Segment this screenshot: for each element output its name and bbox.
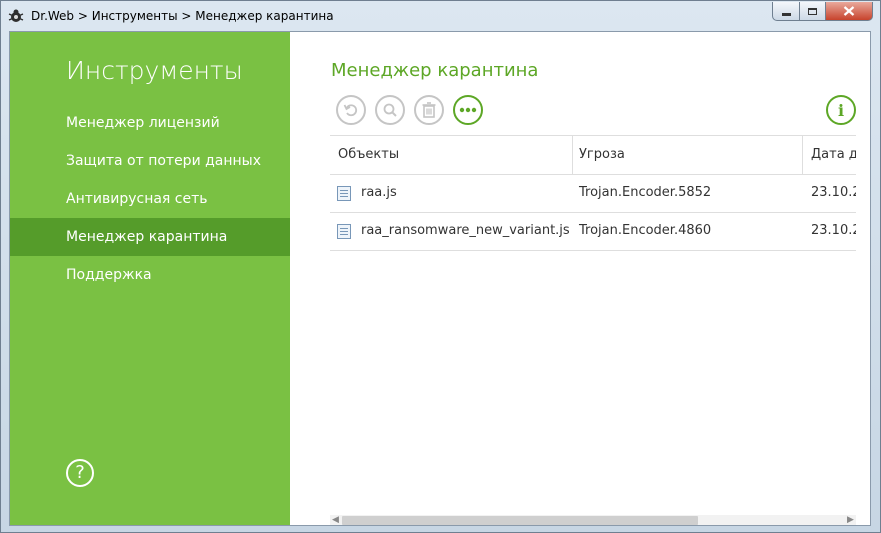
minimize-button[interactable] — [772, 2, 800, 21]
table-row[interactable]: raa.js Trojan.Encoder.5852 23.10.2 — [330, 174, 856, 213]
page-title: Менеджер карантина — [331, 60, 539, 81]
cell-date: 23.10.2 — [811, 223, 856, 238]
info-button[interactable]: i — [826, 95, 856, 125]
more-icon — [459, 107, 477, 113]
sidebar-item-support[interactable]: Поддержка — [10, 256, 290, 294]
sidebar-item-license-manager[interactable]: Менеджер лицензий — [10, 104, 290, 142]
cell-threat: Trojan.Encoder.4860 — [579, 223, 712, 238]
help-button[interactable]: ? — [66, 459, 94, 487]
restore-button[interactable] — [336, 95, 366, 125]
quarantine-table: Объекты Угроза Дата д raa.js Trojan.Enco… — [330, 135, 856, 251]
maximize-button[interactable] — [799, 2, 826, 21]
trash-icon — [422, 102, 436, 118]
cell-object: raa_ransomware_new_variant.js — [361, 223, 570, 238]
search-icon — [383, 103, 397, 117]
more-button[interactable] — [453, 95, 483, 125]
column-divider[interactable] — [802, 136, 803, 174]
column-header-threat[interactable]: Угроза — [579, 136, 625, 174]
minimize-icon — [781, 12, 791, 16]
maximize-icon — [808, 7, 817, 15]
table-header: Объекты Угроза Дата д — [330, 135, 856, 175]
help-icon: ? — [75, 462, 85, 483]
scroll-left-icon[interactable]: ◀ — [330, 515, 341, 525]
column-divider[interactable] — [572, 136, 573, 174]
delete-button[interactable] — [414, 95, 444, 125]
cell-object: raa.js — [361, 185, 397, 200]
close-button[interactable] — [825, 2, 873, 21]
table-row[interactable]: raa_ransomware_new_variant.js Trojan.Enc… — [330, 212, 856, 251]
close-icon — [843, 6, 855, 16]
column-header-date[interactable]: Дата д — [811, 136, 856, 174]
main-panel: Менеджер карантина i Объекты Угроза Дата… — [290, 32, 870, 525]
restore-icon — [343, 104, 358, 117]
column-header-objects[interactable]: Объекты — [338, 136, 399, 174]
sidebar-item-quarantine-manager[interactable]: Менеджер карантина — [10, 218, 290, 256]
sidebar-title: Инструменты — [66, 56, 243, 85]
info-icon: i — [837, 100, 845, 120]
scan-button[interactable] — [375, 95, 405, 125]
sidebar-item-data-loss-protection[interactable]: Защита от потери данных — [10, 142, 290, 180]
window-title: Dr.Web > Инструменты > Менеджер карантин… — [31, 9, 334, 23]
drweb-spider-icon — [8, 9, 24, 22]
script-file-icon — [337, 186, 351, 201]
sidebar: Инструменты Менеджер лицензий Защита от … — [10, 32, 290, 525]
scrollbar-thumb[interactable] — [342, 516, 698, 525]
cell-date: 23.10.2 — [811, 185, 856, 200]
horizontal-scrollbar[interactable]: ◀ ▶ — [330, 515, 856, 525]
app-window: Dr.Web > Инструменты > Менеджер карантин… — [0, 0, 881, 533]
title-bar: Dr.Web > Инструменты > Менеджер карантин… — [1, 1, 880, 31]
cell-threat: Trojan.Encoder.5852 — [579, 185, 712, 200]
sidebar-item-antivirus-network[interactable]: Антивирусная сеть — [10, 180, 290, 218]
script-file-icon — [337, 224, 351, 239]
app-content: Инструменты Менеджер лицензий Защита от … — [9, 31, 871, 526]
scroll-right-icon[interactable]: ▶ — [845, 515, 856, 525]
